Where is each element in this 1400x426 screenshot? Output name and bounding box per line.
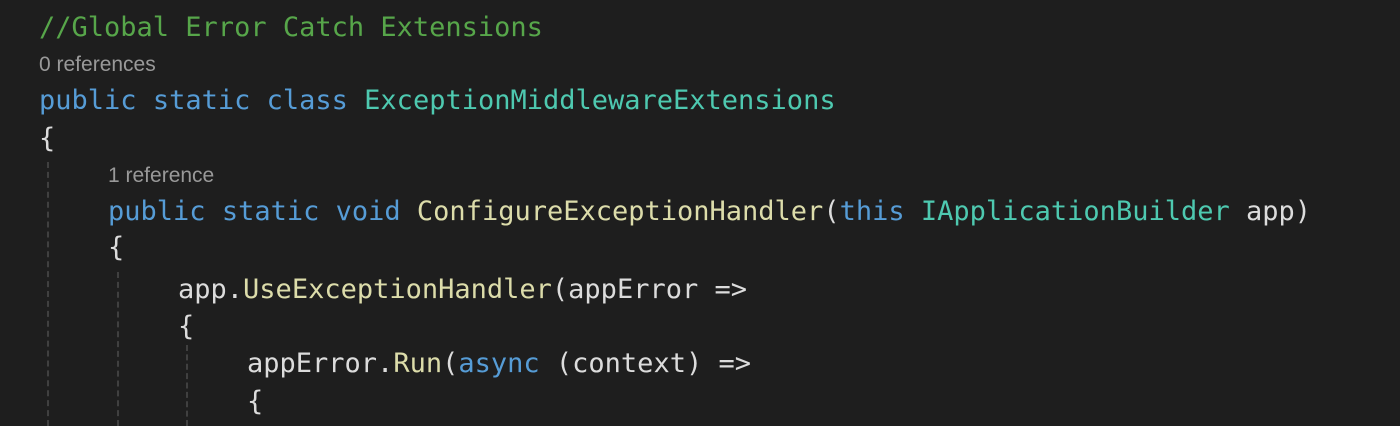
code-line-brace-open-lambda[interactable]: { bbox=[178, 309, 194, 345]
lambda-arrow: => bbox=[714, 274, 747, 305]
code-line-method-declaration[interactable]: public static void ConfigureExceptionHan… bbox=[108, 194, 1311, 230]
codelens-method-references[interactable]: 1 reference bbox=[108, 163, 214, 189]
brace-open: { bbox=[39, 123, 56, 154]
comment-text: //Global Error Catch Extensions bbox=[39, 12, 543, 43]
indent-guide-level-2 bbox=[117, 272, 119, 426]
code-line-use-exception-handler[interactable]: app.UseExceptionHandler(appError => bbox=[178, 272, 747, 308]
call-target: appError bbox=[247, 348, 378, 379]
code-line-brace-open-class[interactable]: { bbox=[39, 121, 55, 157]
lambda-arrow: => bbox=[718, 348, 751, 379]
code-line-brace-open-method[interactable]: { bbox=[108, 230, 124, 266]
brace-open: { bbox=[178, 311, 195, 342]
brace-open: { bbox=[108, 232, 125, 263]
paren-open: ( bbox=[442, 348, 459, 379]
indent-guide-level-1 bbox=[47, 162, 49, 426]
dot: . bbox=[226, 274, 244, 305]
param-name: app bbox=[1246, 196, 1295, 227]
paren-open: ( bbox=[551, 274, 569, 305]
code-line-brace-open-async-lambda[interactable]: { bbox=[247, 384, 263, 420]
keyword-class: class bbox=[266, 85, 348, 116]
code-line-class-declaration[interactable]: public static class ExceptionMiddlewareE… bbox=[39, 83, 836, 119]
method-name: ConfigureExceptionHandler bbox=[416, 196, 824, 227]
paren-open: ( bbox=[823, 196, 840, 227]
param-type: IApplicationBuilder bbox=[920, 196, 1230, 227]
keyword-this: this bbox=[839, 196, 905, 227]
keyword-void: void bbox=[335, 196, 401, 227]
class-name: ExceptionMiddlewareExtensions bbox=[364, 85, 836, 116]
keyword-static: static bbox=[221, 196, 320, 227]
call-method: UseExceptionHandler bbox=[243, 274, 552, 305]
dot: . bbox=[377, 348, 394, 379]
code-line-apperror-run[interactable]: appError.Run(async (context) => bbox=[247, 346, 751, 382]
call-target: app bbox=[178, 274, 227, 305]
call-method: Run bbox=[393, 348, 443, 379]
lambda-param: appError bbox=[568, 274, 699, 305]
codelens-class-references[interactable]: 0 references bbox=[39, 52, 156, 78]
keyword-static: static bbox=[152, 85, 251, 116]
keyword-public: public bbox=[108, 196, 206, 227]
code-line-comment[interactable]: //Global Error Catch Extensions bbox=[39, 10, 543, 46]
keyword-public: public bbox=[39, 85, 137, 116]
lambda-params: (context) bbox=[555, 348, 703, 379]
code-editor[interactable]: //Global Error Catch Extensions 0 refere… bbox=[0, 0, 1400, 426]
brace-open: { bbox=[247, 386, 264, 417]
keyword-async: async bbox=[458, 348, 540, 379]
indent-guide-level-3 bbox=[186, 345, 188, 426]
paren-close: ) bbox=[1294, 196, 1312, 227]
